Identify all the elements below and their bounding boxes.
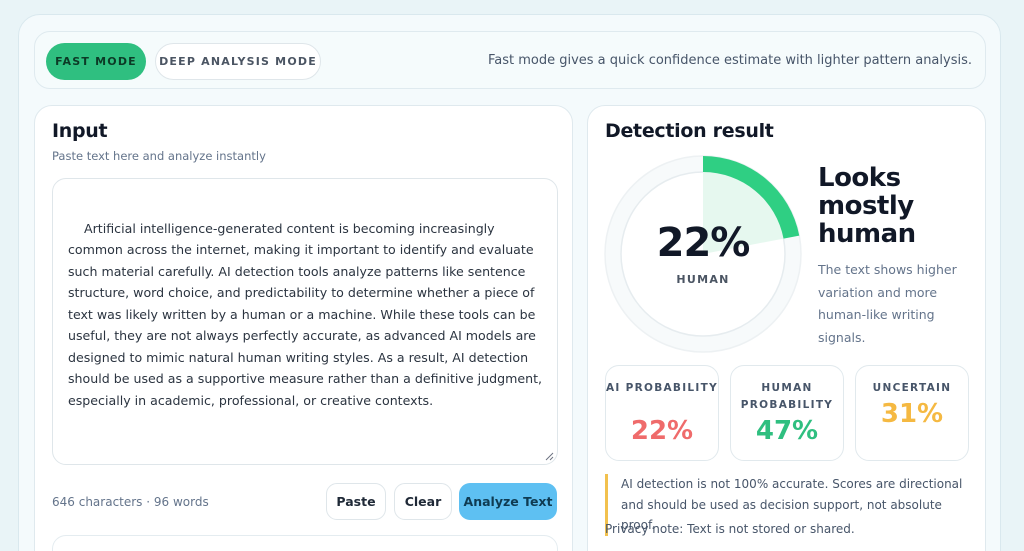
- input-card: Input Paste text here and analyze instan…: [34, 105, 573, 551]
- input-title: Input: [52, 120, 108, 142]
- resize-handle-icon[interactable]: [545, 452, 554, 461]
- paste-button[interactable]: Paste: [326, 483, 386, 520]
- text-input-content: Artificial intelligence-generated conten…: [68, 220, 547, 408]
- result-card: Detection result 22% HUMAN Looks mostly …: [587, 105, 986, 551]
- gauge-label: HUMAN: [676, 273, 730, 286]
- gauge-percentage: 22%: [656, 220, 751, 266]
- stat-label: AI PROBABILITY: [606, 382, 718, 394]
- result-title: Detection result: [605, 120, 774, 142]
- character-word-count: 646 characters · 96 words: [52, 495, 209, 509]
- ai-probability-card: AI PROBABILITY 22%: [605, 365, 719, 461]
- human-probability-card: HUMAN PROBABILITY 47%: [730, 365, 844, 461]
- verdict-heading: Looks mostly human: [818, 163, 916, 249]
- deep-analysis-mode-button[interactable]: DEEP ANALYSIS MODE: [155, 43, 321, 80]
- text-input[interactable]: Artificial intelligence-generated conten…: [52, 178, 558, 465]
- clear-button[interactable]: Clear: [394, 483, 452, 520]
- fast-mode-button[interactable]: FAST MODE: [46, 43, 146, 80]
- stat-label: HUMAN PROBABILITY: [740, 382, 834, 411]
- stat-value: 31%: [880, 399, 944, 429]
- analyze-text-button[interactable]: Analyze Text: [459, 483, 557, 520]
- mode-description: Fast mode gives a quick confidence estim…: [487, 53, 972, 68]
- input-subtitle: Paste text here and analyze instantly: [52, 149, 266, 163]
- stat-value: 22%: [630, 416, 694, 446]
- secondary-panel: [52, 535, 558, 551]
- verdict-description: The text shows higher variation and more…: [818, 262, 957, 346]
- stat-label: UNCERTAIN: [872, 382, 952, 394]
- stat-value: 47%: [755, 416, 819, 446]
- mode-bar: FAST MODE DEEP ANALYSIS MODE Fast mode g…: [34, 31, 986, 89]
- privacy-note: Privacy note: Text is not stored or shar…: [605, 522, 855, 536]
- uncertain-card: UNCERTAIN 31%: [855, 365, 969, 461]
